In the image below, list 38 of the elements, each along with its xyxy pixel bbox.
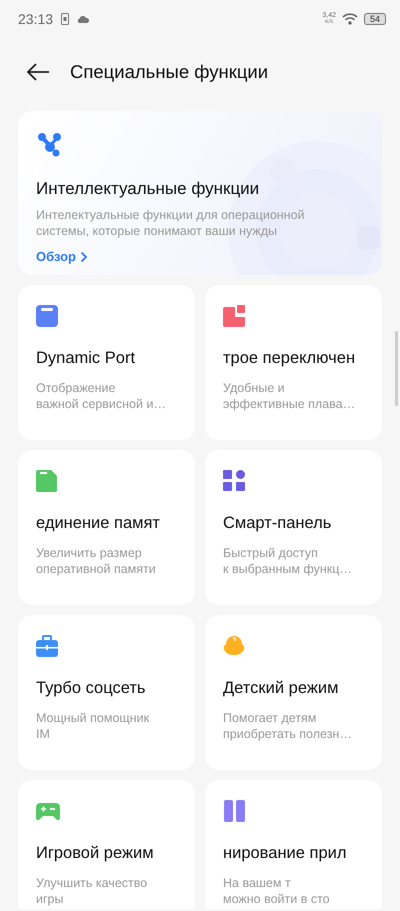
feature-card[interactable]: Детский режим Помогает детям приобретать полезн… — [205, 615, 382, 770]
card-title: нирование прил — [223, 844, 348, 863]
card-description: Быстрый доступ к выбранным функц… — [223, 545, 353, 577]
card-title: единение памят — [36, 514, 161, 533]
card-description: Отображение важной сервисной и… — [36, 380, 167, 412]
card-description: Улучшить качество игры — [36, 875, 148, 907]
feature-card[interactable]: Игровой режим Улучшить качество игры — [18, 780, 195, 909]
card-title: трое переключен — [223, 349, 356, 368]
phone-icon — [61, 13, 70, 25]
chevron-right-icon — [80, 250, 88, 262]
card-description: Помогает детям приобретать полезн… — [223, 710, 353, 742]
feature-card[interactable]: Турбо соцсеть Мощный помощник IM — [18, 615, 195, 770]
clock-time: 23:13 — [18, 11, 54, 27]
back-arrow-icon — [26, 63, 50, 81]
card-title: Игровой режим — [36, 844, 155, 863]
card-description: Удобные и эффективные плава… — [223, 380, 356, 412]
card-description: Мощный помощник IM — [36, 710, 150, 742]
card-title: Dynamic Port — [36, 349, 136, 368]
card-title: Детский режим — [223, 679, 340, 698]
battery-indicator: 54 — [364, 13, 386, 25]
back-button[interactable] — [26, 63, 50, 81]
cloud-icon — [77, 15, 90, 23]
overview-link[interactable]: Обзор — [36, 249, 88, 264]
feature-card[interactable]: единение памят Увеличить размер оперативной памяти — [18, 450, 195, 605]
page-title: Специальные функции — [70, 61, 268, 83]
molecule-icon — [36, 131, 62, 157]
feature-card[interactable]: нирование прил На вашем т можно войти в сто — [205, 780, 382, 909]
feature-card[interactable]: Смарт-панель Быстрый доступ к выбранным функц… — [205, 450, 382, 605]
feature-card[interactable]: Dynamic Port Отображение важной сервисной и… — [18, 285, 195, 440]
card-title: Смарт-панель — [223, 514, 332, 533]
feature-card[interactable]: Интеллектуальные функции Интелектуальные функции для операционной системы, которые понимают ваши нужды Обзор — [18, 111, 382, 275]
feature-card[interactable]: трое переключен Удобные и эффективные плава… — [205, 285, 382, 440]
wifi-icon — [342, 13, 358, 25]
card-description: Интелектуальные функции для операционной системы, которые понимают ваши нужды — [36, 207, 306, 239]
card-description: На вашем т можно войти в сто — [223, 875, 331, 907]
card-title: Интеллектуальные функции — [36, 179, 260, 199]
card-title: Турбо соцсеть — [36, 679, 147, 698]
card-description: Увеличить размер оперативной памяти — [36, 545, 157, 577]
